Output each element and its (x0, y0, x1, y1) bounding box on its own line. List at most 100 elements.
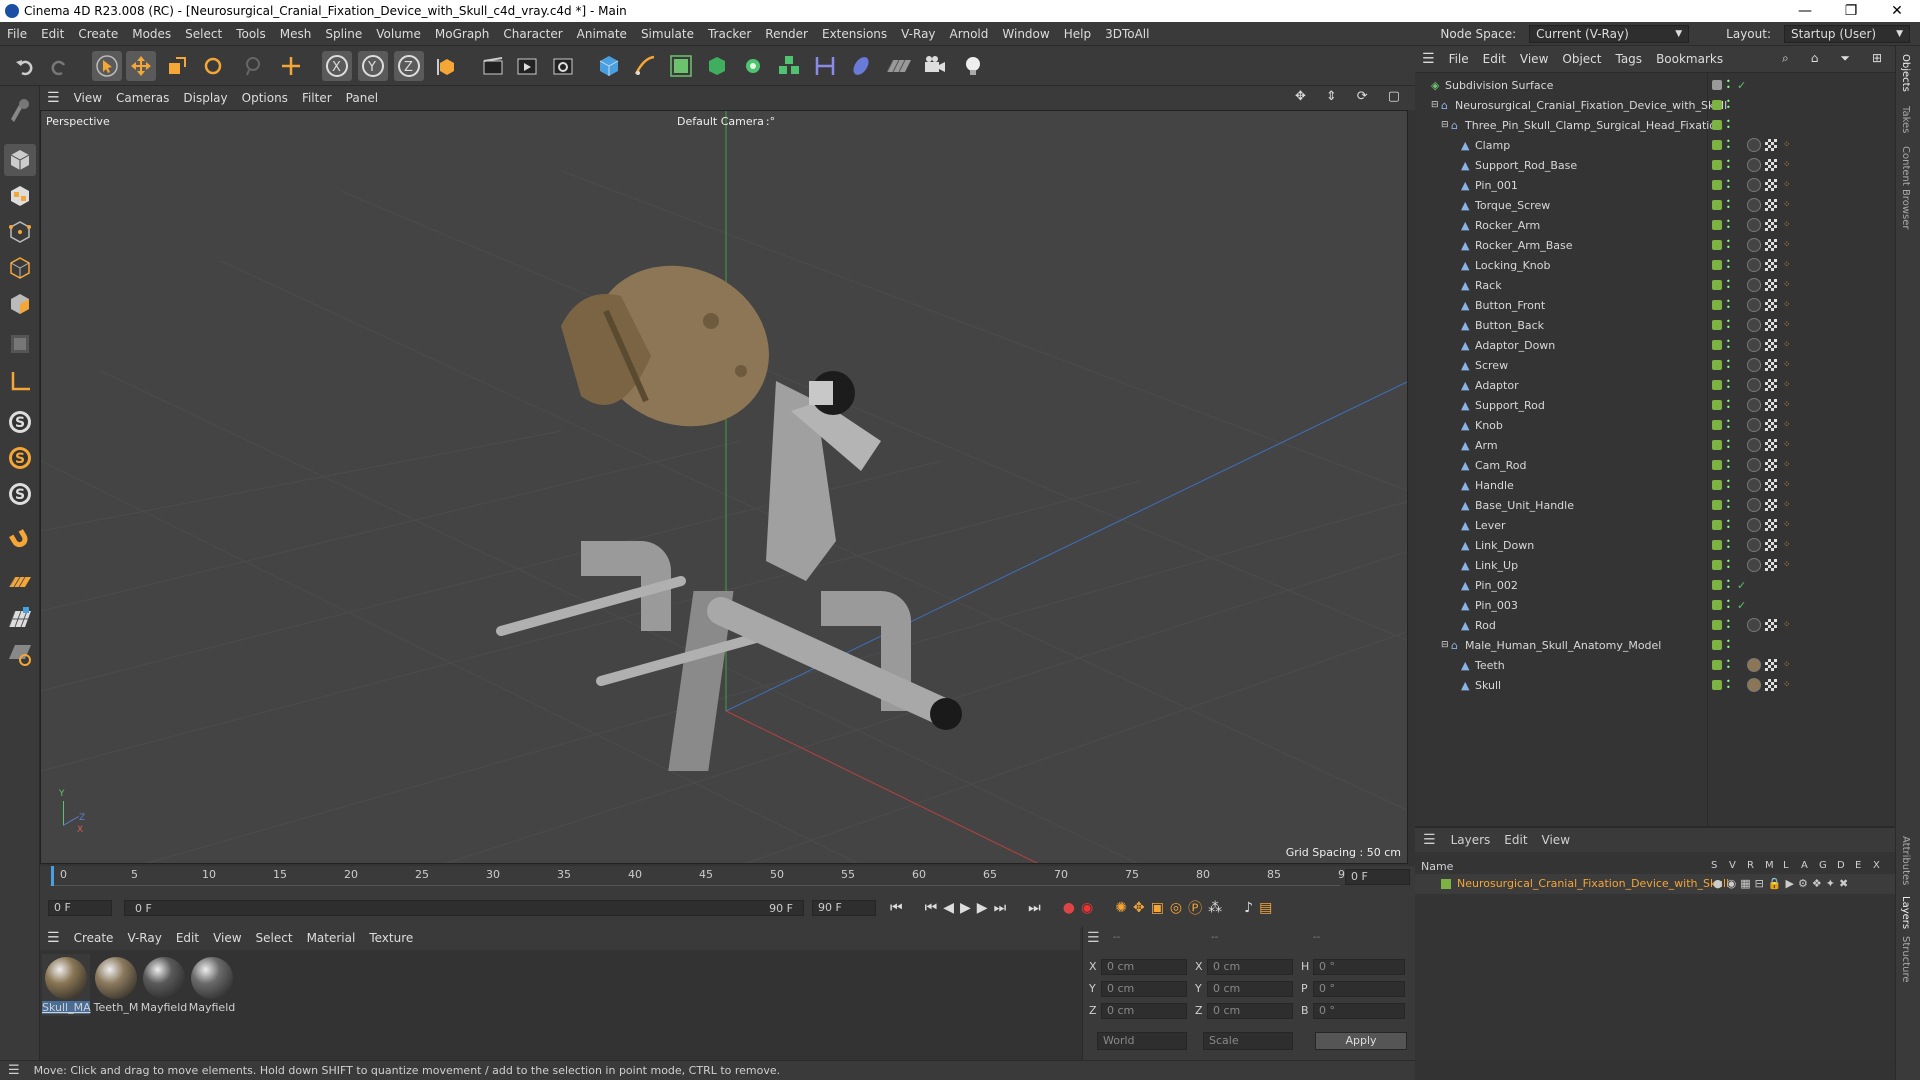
phong-tag-icon[interactable] (1747, 338, 1761, 352)
spline-pen-button[interactable] (630, 51, 660, 81)
timeline-ruler[interactable]: 051015202530354045505560657075808590 0 F (40, 866, 1415, 888)
visibility-dots-icon[interactable]: • • (1726, 278, 1731, 292)
layer-solo-icon[interactable]: ● (1713, 877, 1723, 890)
viewport-menu-display[interactable]: Display (176, 91, 234, 105)
layer-color-tag[interactable] (1712, 640, 1722, 650)
enabled-check-icon[interactable]: ✓ (1737, 79, 1746, 92)
polygons-mode-button[interactable] (4, 288, 36, 320)
object-name[interactable]: Pin_001 (1475, 179, 1518, 192)
uvw-tag-icon[interactable] (1765, 339, 1777, 351)
next-frame-icon[interactable]: ▶ (977, 900, 988, 916)
layer-flag-header[interactable]: L (1783, 860, 1789, 871)
rotate-tool-button[interactable] (198, 51, 228, 81)
material-tag-icon[interactable]: ⁘ (1783, 300, 1791, 310)
uvw-tag-icon[interactable] (1765, 539, 1777, 551)
model-mode-button[interactable] (4, 144, 36, 176)
home-icon[interactable]: ⌂ (1804, 51, 1826, 66)
visibility-dots-icon[interactable]: • • (1726, 178, 1731, 192)
quantize-button[interactable]: S (4, 442, 36, 474)
scene-object-button[interactable] (846, 51, 876, 81)
material-tag-icon[interactable]: ⁘ (1783, 220, 1791, 230)
material-tag-icon[interactable]: ⁘ (1783, 480, 1791, 490)
previous-keyframe-icon[interactable]: ⏮ (925, 900, 938, 916)
layers-menu-view[interactable]: View (1535, 833, 1577, 847)
size-z-field[interactable]: 0 cm (1207, 1003, 1293, 1019)
layer-color-tag[interactable] (1712, 160, 1722, 170)
visibility-dots-icon[interactable]: • • (1726, 598, 1731, 612)
grid-floor-button[interactable] (4, 566, 36, 598)
layer-flag-header[interactable]: D (1837, 860, 1845, 871)
3d-viewport[interactable]: Perspective Default Camera :° Y Z X Grid… (40, 110, 1408, 864)
visibility-dots-icon[interactable]: • • (1726, 398, 1731, 412)
menu-window[interactable]: Window (995, 27, 1056, 41)
previous-frame-icon[interactable]: ◀ (943, 900, 954, 916)
move-tool-button[interactable] (126, 51, 156, 81)
layer-color-tag[interactable] (1712, 400, 1722, 410)
key-parameter-icon[interactable]: Ⓟ (1188, 898, 1202, 918)
size-y-field[interactable]: 0 cm (1207, 981, 1293, 997)
object-row[interactable]: ▲ Arm • • ⁘ (1415, 435, 1895, 455)
uvw-tag-icon[interactable] (1765, 279, 1777, 291)
visibility-dots-icon[interactable]: • • (1726, 78, 1731, 92)
layer-visible-icon[interactable]: ◉ (1727, 877, 1737, 890)
recent-tools-button[interactable] (238, 51, 268, 81)
menu-3dtoall[interactable]: 3DToAll (1098, 27, 1156, 41)
menu-vray[interactable]: V-Ray (894, 27, 942, 41)
object-name[interactable]: Skull (1475, 679, 1501, 692)
phong-tag-icon[interactable] (1747, 618, 1761, 632)
material-tag-icon[interactable]: ⁘ (1783, 540, 1791, 550)
object-menu-bookmarks[interactable]: Bookmarks (1649, 52, 1730, 66)
object-row[interactable]: ▲ Link_Down • • ⁘ (1415, 535, 1895, 555)
layer-flag-header[interactable]: G (1819, 860, 1827, 871)
object-name[interactable]: Button_Back (1475, 319, 1544, 332)
viewport-camera-indicator[interactable]: Default Camera :° (677, 115, 775, 128)
object-name[interactable]: Lever (1475, 519, 1506, 532)
render-to-picture-viewer-button[interactable] (512, 51, 542, 81)
object-row[interactable]: ▲ Torque_Screw • • ⁘ (1415, 195, 1895, 215)
layer-lock-icon[interactable]: 🔒 (1768, 877, 1782, 890)
layer-color-tag[interactable] (1712, 360, 1722, 370)
object-menu-file[interactable]: File (1442, 52, 1476, 66)
menu-modes[interactable]: Modes (125, 27, 178, 41)
deformer-button[interactable] (774, 51, 804, 81)
object-row[interactable]: ▲ Adaptor • • ⁘ (1415, 375, 1895, 395)
menu-file[interactable]: File (0, 27, 34, 41)
subdivision-surface-button[interactable] (666, 51, 696, 81)
layer-flag-header[interactable]: R (1747, 860, 1754, 871)
tab-attributes[interactable]: Attributes (1900, 836, 1911, 885)
material-tag-icon[interactable]: ⁘ (1783, 360, 1791, 370)
phong-tag-icon[interactable] (1747, 298, 1761, 312)
playhead[interactable] (51, 866, 54, 886)
material-tag-icon[interactable]: ⁘ (1783, 520, 1791, 530)
material-tag-icon[interactable]: ⁘ (1783, 420, 1791, 430)
menu-create[interactable]: Create (71, 27, 125, 41)
object-name[interactable]: Neurosurgical_Cranial_Fixation_Device_wi… (1455, 99, 1727, 112)
enabled-check-icon[interactable]: ✓ (1737, 599, 1746, 612)
menu-volume[interactable]: Volume (369, 27, 428, 41)
visibility-dots-icon[interactable]: • • (1726, 558, 1731, 572)
menu-extensions[interactable]: Extensions (815, 27, 894, 41)
light-button[interactable] (958, 51, 988, 81)
object-name[interactable]: Adaptor (1475, 379, 1519, 392)
tab-takes[interactable]: Takes (1900, 106, 1911, 133)
position-x-field[interactable]: 0 cm (1101, 959, 1187, 975)
material-tag-icon[interactable]: ⁘ (1783, 240, 1791, 250)
object-row[interactable]: ▲ Teeth • • ⁘ (1415, 655, 1895, 675)
apply-button[interactable]: Apply (1315, 1032, 1407, 1050)
layers-menu-layers[interactable]: Layers (1444, 833, 1498, 847)
key-pla-icon[interactable]: ⁂ (1208, 900, 1222, 916)
object-row[interactable]: ▲ Link_Up • • ⁘ (1415, 555, 1895, 575)
layers-menu-edit[interactable]: Edit (1497, 833, 1534, 847)
visibility-dots-icon[interactable]: • • (1726, 678, 1731, 692)
material-thumbnail[interactable]: Mayfield (188, 954, 236, 1016)
layer-flag-header[interactable]: S (1711, 860, 1717, 871)
phong-tag-icon[interactable] (1747, 418, 1761, 432)
key-rotation-icon[interactable]: ◎ (1170, 900, 1182, 916)
layer-color-tag[interactable] (1712, 420, 1722, 430)
object-name[interactable]: Link_Down (1475, 539, 1534, 552)
layer-color-tag[interactable] (1712, 100, 1722, 110)
position-y-field[interactable]: 0 cm (1101, 981, 1187, 997)
tab-layers[interactable]: Layers (1900, 896, 1911, 929)
layer-color-tag[interactable] (1712, 380, 1722, 390)
uvw-tag-icon[interactable] (1765, 439, 1777, 451)
